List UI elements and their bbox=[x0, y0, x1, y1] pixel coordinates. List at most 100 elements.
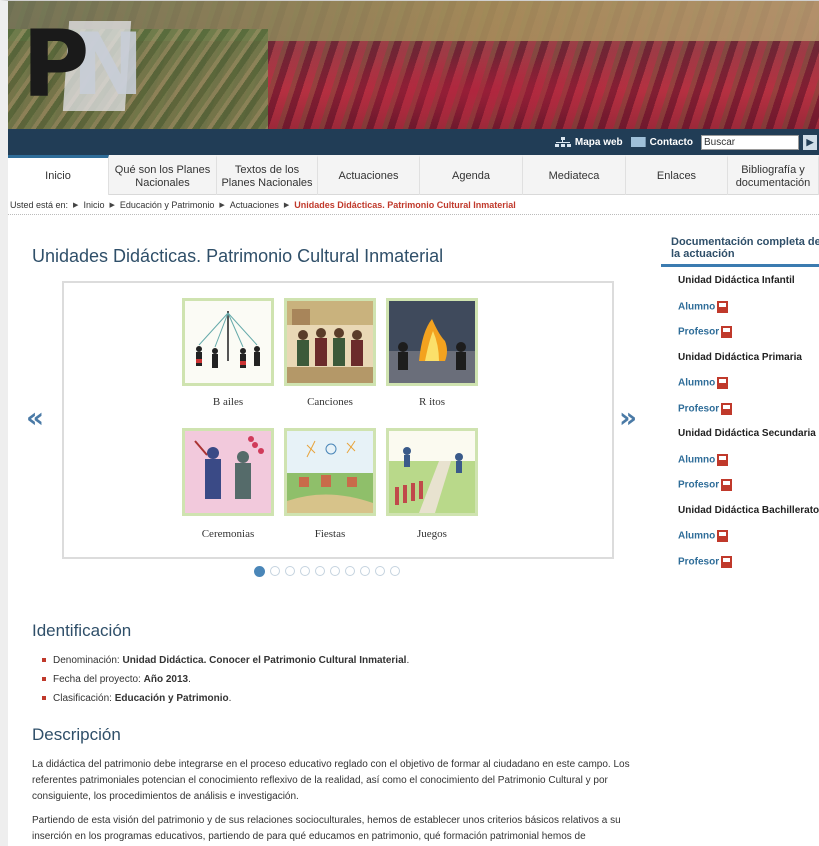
pdf-icon bbox=[721, 479, 733, 491]
identification-end: . bbox=[188, 674, 191, 685]
carousel-page-dot[interactable] bbox=[300, 566, 310, 576]
sidebar-link-label: Profesor bbox=[678, 479, 720, 491]
pdf-icon bbox=[717, 377, 729, 389]
identification-section: Identificación Denominación: Unidad Didá… bbox=[32, 621, 409, 712]
tab-enlaces[interactable]: Enlaces bbox=[626, 155, 728, 195]
identification-value: Año 2013 bbox=[143, 674, 189, 685]
sidebar-title: Documentación completa de la actuación bbox=[661, 227, 819, 267]
sidebar-link-alumno[interactable]: Alumno bbox=[661, 300, 819, 327]
breadcrumb-item-actuaciones[interactable]: Actuaciones bbox=[230, 200, 279, 210]
carousel-page-dot[interactable] bbox=[285, 566, 295, 576]
site-logo[interactable]: N P bbox=[22, 11, 144, 118]
tab-bibliografia[interactable]: Bibliografía y documentación bbox=[728, 155, 819, 195]
carousel-image-ritos[interactable] bbox=[386, 298, 478, 386]
identification-heading: Identificación bbox=[32, 621, 132, 640]
carousel-caption-juegos: Juegos bbox=[417, 528, 447, 540]
carousel-page-dot[interactable] bbox=[390, 566, 400, 576]
tab-inicio[interactable]: Inicio bbox=[8, 155, 109, 195]
envelope-icon bbox=[630, 137, 646, 147]
identification-row: Fecha del proyecto: Año 2013. bbox=[42, 674, 409, 685]
sidebar-documentation: Documentación completa de la actuación U… bbox=[661, 227, 819, 581]
search-input[interactable] bbox=[701, 134, 799, 150]
identification-row: Denominación: Unidad Didáctica. Conocer … bbox=[42, 655, 409, 666]
carousel-page-dot[interactable] bbox=[254, 566, 265, 577]
main-nav: Inicio Qué son los Planes Nacionales Tex… bbox=[8, 155, 819, 195]
tab-mediateca[interactable]: Mediateca bbox=[523, 155, 626, 195]
pdf-icon bbox=[721, 555, 733, 568]
carousel-page-dot[interactable] bbox=[270, 566, 280, 576]
breadcrumb: Usted está en: ▶ Inicio ▶ Educación y Pa… bbox=[8, 195, 819, 215]
carousel-prev-icon[interactable]: « bbox=[26, 401, 44, 434]
identification-label: Fecha del proyecto: bbox=[53, 674, 144, 685]
page-title: Unidades Didácticas. Patrimonio Cultural… bbox=[32, 246, 444, 266]
breadcrumb-item-educacion[interactable]: Educación y Patrimonio bbox=[120, 200, 215, 210]
pdf-icon bbox=[717, 300, 729, 313]
sidebar-link-label: Profesor bbox=[678, 403, 720, 415]
identification-label: Denominación: bbox=[53, 655, 123, 666]
main-content: Unidades Didácticas. Patrimonio Cultural… bbox=[16, 225, 646, 842]
carousel-image-juegos[interactable] bbox=[386, 428, 478, 516]
sidebar-link-label: Alumno bbox=[678, 530, 716, 542]
carousel-caption-ceremonias: Ceremonias bbox=[201, 528, 255, 540]
carousel-caption-fiestas: Fiestas bbox=[314, 528, 346, 540]
sidebar-link-alumno[interactable]: Alumno bbox=[661, 453, 819, 480]
logo-p-letter: P bbox=[22, 11, 90, 118]
tab-actuaciones[interactable]: Actuaciones bbox=[318, 155, 420, 195]
breadcrumb-prefix: Usted está en: bbox=[10, 199, 69, 210]
sidebar-group-heading: Unidad Didáctica Primaria bbox=[678, 351, 802, 363]
sitemap-link[interactable]: Mapa web bbox=[554, 136, 623, 148]
sidebar-link-label: Alumno bbox=[678, 377, 716, 389]
breadcrumb-separator-icon: ▶ bbox=[283, 201, 290, 209]
breadcrumb-current: Unidades Didácticas. Patrimonio Cultural… bbox=[294, 199, 516, 210]
description-section: Descripción La didáctica del patrimonio … bbox=[32, 725, 647, 845]
sidebar-link-label: Profesor bbox=[678, 556, 720, 568]
identification-list: Denominación: Unidad Didáctica. Conocer … bbox=[42, 655, 409, 704]
search-submit-button[interactable]: ▶ bbox=[803, 134, 817, 150]
carousel-caption-ritos: R itos bbox=[419, 396, 445, 408]
tab-textos[interactable]: Textos de los Planes Nacionales bbox=[217, 155, 318, 195]
sidebar-list: Unidad Didáctica Infantil Alumno Profesor U… bbox=[661, 275, 819, 581]
sidebar-link-label: Profesor bbox=[678, 326, 720, 338]
sidebar-link-alumno[interactable]: Alumno bbox=[661, 377, 819, 403]
breadcrumb-separator-icon: ▶ bbox=[73, 201, 79, 209]
sidebar-link-label: Alumno bbox=[678, 301, 716, 313]
carousel-page-dot[interactable] bbox=[345, 566, 355, 576]
identification-row: Clasificación: Educación y Patrimonio. bbox=[42, 693, 409, 704]
browser-viewport: N P Mapa web Contacto ▶ Inicio Qué son l… bbox=[0, 0, 819, 846]
breadcrumb-separator-icon: ▶ bbox=[219, 201, 225, 209]
identification-value: Educación y Patrimonio bbox=[114, 693, 229, 704]
carousel-page-dot[interactable] bbox=[315, 566, 325, 576]
breadcrumb-separator-icon: ▶ bbox=[109, 201, 115, 209]
carousel-page-dot[interactable] bbox=[360, 566, 370, 576]
carousel-image-canciones[interactable] bbox=[284, 298, 376, 386]
carousel-image-bailes[interactable] bbox=[182, 298, 274, 386]
contact-link[interactable]: Contacto bbox=[630, 137, 693, 148]
carousel-next-icon[interactable]: » bbox=[619, 401, 637, 434]
description-paragraph: La didáctica del patrimonio debe integra… bbox=[32, 759, 630, 802]
dancers-illustration bbox=[185, 301, 271, 383]
breadcrumb-item-inicio[interactable]: Inicio bbox=[83, 200, 104, 210]
pdf-icon bbox=[717, 453, 729, 466]
sidebar-group-heading: Unidad Didáctica Infantil bbox=[678, 275, 795, 286]
sidebar-link-profesor[interactable]: Profesor bbox=[661, 326, 819, 352]
pdf-icon bbox=[721, 326, 733, 338]
sidebar-link-alumno[interactable]: Alumno bbox=[661, 530, 819, 556]
carousel-image-fiestas[interactable] bbox=[284, 428, 376, 516]
sidebar-link-profesor[interactable]: Profesor bbox=[661, 555, 819, 582]
carousel-pagination bbox=[254, 566, 405, 577]
singers-illustration bbox=[287, 301, 373, 383]
identification-end: . bbox=[228, 693, 232, 704]
sidebar-link-profesor[interactable]: Profesor bbox=[661, 402, 819, 429]
utility-bar: Mapa web Contacto ▶ bbox=[8, 129, 819, 155]
carousel-caption-bailes: B ailes bbox=[212, 396, 244, 408]
carousel-page-dot[interactable] bbox=[330, 566, 340, 576]
carousel-page-dot[interactable] bbox=[375, 566, 385, 576]
sidebar-link-label: Alumno bbox=[678, 454, 716, 466]
tab-que-son[interactable]: Qué son los Planes Nacionales bbox=[109, 155, 217, 195]
sidebar-link-profesor[interactable]: Profesor bbox=[661, 479, 819, 505]
tab-agenda[interactable]: Agenda bbox=[420, 155, 523, 195]
sitemap-icon bbox=[554, 136, 571, 148]
carousel-image-ceremonias[interactable] bbox=[182, 428, 274, 516]
bonfire-illustration bbox=[389, 301, 475, 383]
ceremony-illustration bbox=[185, 431, 271, 513]
